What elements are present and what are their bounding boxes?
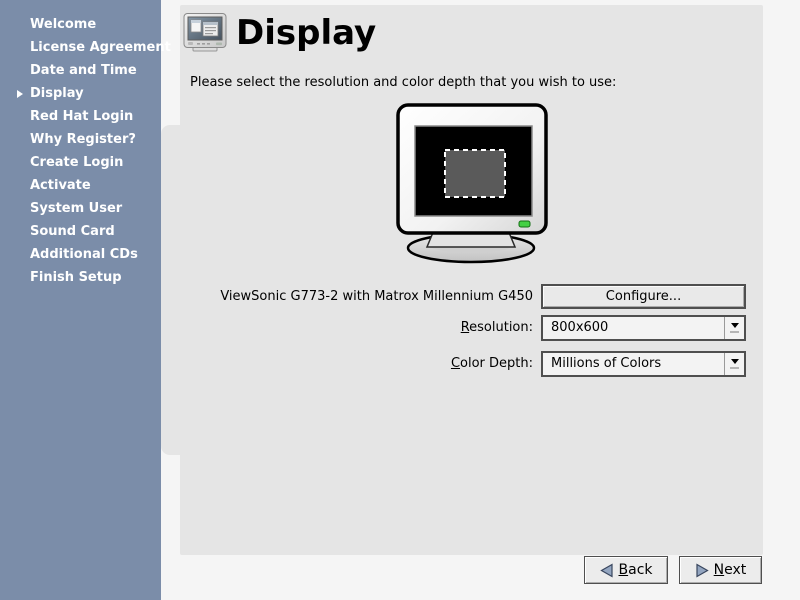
resolution-label: Resolution: <box>461 315 533 341</box>
resolution-selection-rect <box>445 150 505 197</box>
instruction-text: Please select the resolution and color d… <box>190 75 616 90</box>
sidebar-item-activate: Activate <box>0 174 161 197</box>
resolution-dropdown-button[interactable] <box>724 317 744 339</box>
combo-bar-icon <box>730 331 739 333</box>
color-depth-value: Millions of Colors <box>543 353 724 375</box>
color-depth-label: Color Depth: <box>451 351 533 377</box>
back-arrow-icon <box>600 563 614 578</box>
combo-bar-icon <box>730 367 739 369</box>
sidebar-item-additional-cds: Additional CDs <box>0 243 161 266</box>
sidebar-item-system-user: System User <box>0 197 161 220</box>
content-panel-tab <box>161 125 181 455</box>
sidebar-item-create-login: Create Login <box>0 151 161 174</box>
configure-button[interactable]: Configure... <box>541 284 746 309</box>
sidebar-item-sound-card: Sound Card <box>0 220 161 243</box>
sidebar-item-why-register: Why Register? <box>0 128 161 151</box>
color-depth-dropdown[interactable]: Millions of Colors <box>541 351 746 377</box>
chevron-down-icon <box>731 359 739 364</box>
back-button-label: Back <box>619 562 653 578</box>
monitor-illustration <box>394 102 550 270</box>
next-button-label: Next <box>714 562 747 578</box>
sidebar-item-date-and-time: Date and Time <box>0 59 161 82</box>
next-arrow-icon <box>695 563 709 578</box>
page-title: Display <box>236 13 376 53</box>
resolution-dropdown[interactable]: 800x600 <box>541 315 746 341</box>
chevron-down-icon <box>731 323 739 328</box>
sidebar-item-finish-setup: Finish Setup <box>0 266 161 289</box>
sidebar-item-license-agreement: License Agreement <box>0 36 161 59</box>
power-led <box>519 221 530 227</box>
resolution-value: 800x600 <box>543 317 724 339</box>
sidebar-item-display-current: Display <box>0 82 161 105</box>
sidebar-item-red-hat-login: Red Hat Login <box>0 105 161 128</box>
back-button[interactable]: Back <box>584 556 668 584</box>
next-button[interactable]: Next <box>679 556 762 584</box>
active-step-arrow-icon <box>17 90 23 98</box>
sidebar-item-welcome: Welcome <box>0 13 161 36</box>
color-depth-dropdown-button[interactable] <box>724 353 744 375</box>
setup-steps-sidebar: Welcome License Agreement Date and Time … <box>0 0 161 600</box>
crt-monitor-icon <box>183 11 227 57</box>
device-label: ViewSonic G773-2 with Matrox Millennium … <box>220 284 533 309</box>
